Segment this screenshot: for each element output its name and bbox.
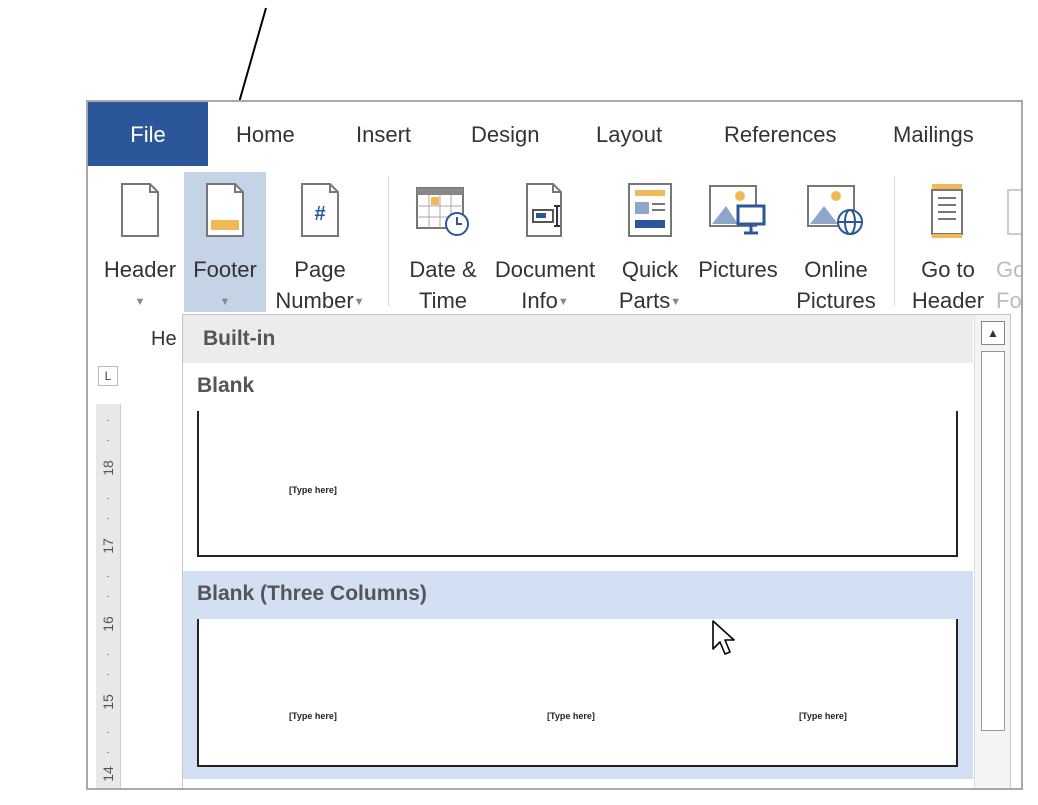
group-label-header-footer: He xyxy=(151,328,177,350)
ruler-number: 17 xyxy=(100,538,116,554)
gallery-item-three-columns-title[interactable]: Blank (Three Columns) xyxy=(183,571,973,619)
footer-placeholder-right: [Type here] xyxy=(799,711,847,721)
document-info-icon xyxy=(526,183,562,237)
go-to-header-label-1: Go to xyxy=(921,257,975,282)
go-to-footer-label-1: Go xyxy=(996,257,1023,282)
ribbon-tabs: File Home Insert Design Layout Reference… xyxy=(88,102,1021,166)
online-pictures-icon xyxy=(807,185,863,235)
quick-parts-icon xyxy=(628,183,672,237)
go-to-header-icon xyxy=(931,184,963,238)
page-number-label-2: Number xyxy=(275,288,354,313)
go-to-footer-button[interactable]: Go Fo xyxy=(992,172,1023,312)
ruler-tick xyxy=(107,674,109,675)
quick-parts-label-2: Parts xyxy=(618,288,671,313)
ruler-number: 16 xyxy=(100,616,116,632)
tab-mailings[interactable]: Mailings xyxy=(893,102,974,166)
tab-references[interactable]: References xyxy=(724,102,837,166)
document-info-button[interactable]: Document Info▼ xyxy=(486,172,604,313)
ruler-number: 15 xyxy=(100,694,116,710)
group-separator xyxy=(388,176,389,306)
online-pictures-label-2: Pictures xyxy=(796,288,876,313)
document-info-label-1: Document xyxy=(494,257,596,282)
date-time-label-1: Date & xyxy=(409,257,477,282)
scroll-up-icon[interactable]: ▲ xyxy=(981,321,1005,345)
ruler-tick xyxy=(107,596,109,597)
ruler-tick xyxy=(107,732,109,733)
calendar-clock-icon xyxy=(416,187,469,236)
scroll-thumb[interactable] xyxy=(981,351,1005,731)
mouse-pointer-icon xyxy=(712,620,735,655)
go-to-footer-icon xyxy=(1007,189,1021,235)
pictures-button[interactable]: Pictures xyxy=(692,172,784,312)
tab-file[interactable]: File xyxy=(88,102,208,166)
pictures-label: Pictures xyxy=(698,257,778,282)
footer-placeholder: [Type here] xyxy=(289,485,337,495)
ruler-tick xyxy=(107,576,109,577)
footer-icon xyxy=(206,183,244,237)
ruler-number: 18 xyxy=(100,460,116,476)
word-window: File Home Insert Design Layout Reference… xyxy=(86,100,1023,790)
group-separator xyxy=(894,176,895,306)
online-pictures-button[interactable]: Online Pictures xyxy=(788,172,884,313)
pictures-icon xyxy=(709,185,766,235)
ribbon: Header ▼ Footer ▼ # Page Number ▼ Date & … xyxy=(88,166,1021,316)
gallery-item-blank-title[interactable]: Blank xyxy=(183,363,973,411)
document-info-label-2: Info xyxy=(521,288,558,313)
tab-design[interactable]: Design xyxy=(471,102,539,166)
go-to-header-button[interactable]: Go to Header xyxy=(908,172,988,313)
ruler-tick xyxy=(107,440,109,441)
footer-label: Footer xyxy=(193,257,257,282)
quick-parts-label-1: Quick xyxy=(621,257,679,282)
gallery-item-blank-three-columns[interactable]: [Type here] [Type here] [Type here] xyxy=(197,619,958,767)
svg-text:#: # xyxy=(314,203,325,225)
header-button[interactable]: Header ▼ xyxy=(98,172,182,312)
online-pictures-label-1: Online xyxy=(804,257,868,282)
date-time-label-2: Time xyxy=(418,288,468,313)
date-time-button[interactable]: Date & Time xyxy=(402,172,484,313)
quick-parts-button[interactable]: Quick Parts▼ xyxy=(610,172,690,313)
footer-gallery-dropdown: Built-in Blank [Type here] Blank (Three … xyxy=(182,314,1011,788)
page-number-button[interactable]: # Page Number▼ xyxy=(268,172,372,313)
gallery-section-builtin: Built-in xyxy=(183,315,973,363)
tab-layout[interactable]: Layout xyxy=(596,102,662,166)
footer-button[interactable]: Footer ▼ xyxy=(184,172,266,312)
ruler-tick xyxy=(107,654,109,655)
go-to-header-label-2: Header xyxy=(911,288,985,313)
footer-placeholder-left: [Type here] xyxy=(289,711,337,721)
tab-insert[interactable]: Insert xyxy=(356,102,411,166)
header-label: Header xyxy=(103,257,177,282)
header-icon xyxy=(121,183,159,237)
footer-placeholder-center: [Type here] xyxy=(547,711,595,721)
vertical-ruler: 18 17 16 15 14 xyxy=(96,404,121,788)
go-to-footer-label-2: Fo xyxy=(996,288,1022,312)
page-number-icon: # xyxy=(301,183,339,237)
chevron-down-icon: ▼ xyxy=(134,295,146,308)
tab-home[interactable]: Home xyxy=(236,102,295,166)
gallery-scrollbar[interactable]: ▲ xyxy=(974,315,1010,788)
ruler-tick xyxy=(107,518,109,519)
ruler-tick xyxy=(107,420,109,421)
gallery-item-blank[interactable]: [Type here] xyxy=(197,411,958,557)
tab-selector[interactable]: L xyxy=(98,366,118,386)
ruler-tick xyxy=(107,498,109,499)
page-number-label-1: Page xyxy=(294,257,346,282)
ruler-number: 14 xyxy=(100,766,116,782)
ruler-tick xyxy=(107,752,109,753)
